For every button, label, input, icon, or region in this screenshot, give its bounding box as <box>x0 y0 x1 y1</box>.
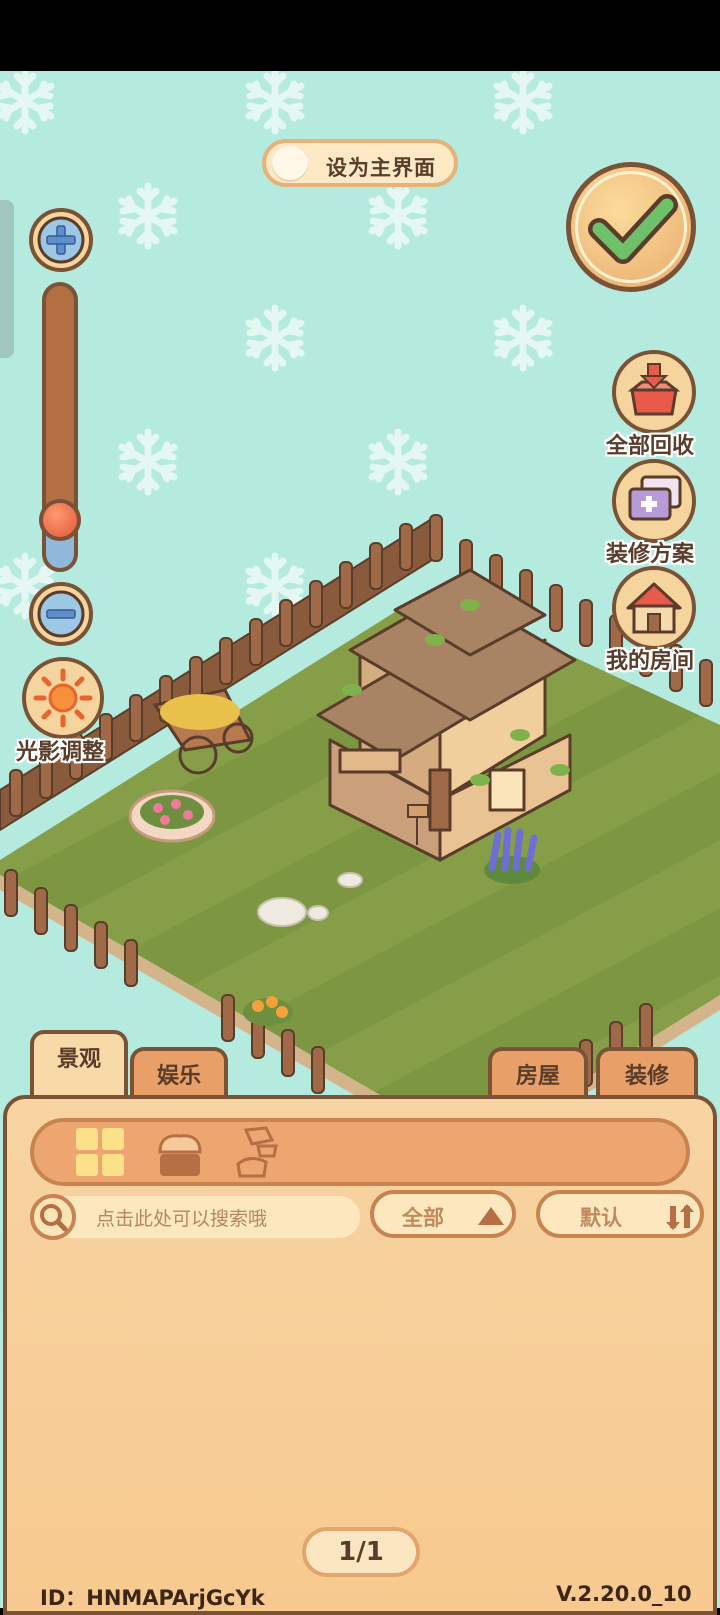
plus-icon <box>37 216 85 264</box>
flower-bed <box>128 789 216 843</box>
my-room-label: 我的房间 <box>606 649 695 674</box>
zoom-slider-handle[interactable] <box>39 498 81 541</box>
sun-icon <box>33 668 93 728</box>
checkmark-icon <box>588 194 678 264</box>
house-icon <box>626 582 682 634</box>
search-placeholder: 点击此处可以搜索哦 <box>96 1208 268 1230</box>
confirm-button[interactable] <box>566 162 696 292</box>
cards-icon <box>628 475 682 521</box>
decor-plan-label: 装修方案 <box>606 542 695 567</box>
side-drawer-handle[interactable] <box>0 200 14 358</box>
set-as-home-toggle[interactable]: 设为主界面 <box>262 139 458 187</box>
search-button[interactable] <box>30 1194 76 1240</box>
tab-landscape[interactable]: 景观 <box>30 1030 128 1100</box>
sort-dropdown[interactable]: 默认 <box>536 1190 704 1238</box>
status-bar <box>0 0 720 71</box>
zoom-in-button[interactable] <box>29 208 93 272</box>
version-label: V.2.20.0_10 <box>556 1582 692 1606</box>
toggle-label: 设为主界面 <box>326 156 436 180</box>
lighting-adjust-button[interactable] <box>22 657 104 739</box>
category-dropdown[interactable]: 全部 <box>370 1190 516 1238</box>
sort-dropdown-label: 默认 <box>580 1206 622 1230</box>
sort-icon <box>666 1204 694 1230</box>
decor-plan-button[interactable] <box>612 459 696 543</box>
category-bar <box>30 1118 690 1186</box>
search-icon <box>40 1204 68 1232</box>
recycle-all-label: 全部回收 <box>606 434 695 459</box>
box-icon <box>627 363 681 416</box>
rocks-icon[interactable] <box>232 1126 288 1180</box>
triangle-up-icon <box>478 1207 504 1225</box>
recycle-all-button[interactable] <box>612 350 696 434</box>
toggle-knob[interactable] <box>272 146 308 182</box>
grid-icon[interactable] <box>72 1126 128 1180</box>
planter-icon[interactable] <box>152 1126 208 1180</box>
category-dropdown-label: 全部 <box>402 1206 444 1230</box>
minus-icon <box>37 590 85 638</box>
my-room-button[interactable] <box>612 566 696 650</box>
lighting-adjust-label: 光影调整 <box>16 740 105 765</box>
zoom-out-button[interactable] <box>29 582 93 646</box>
page-indicator: 1/1 <box>302 1527 420 1577</box>
